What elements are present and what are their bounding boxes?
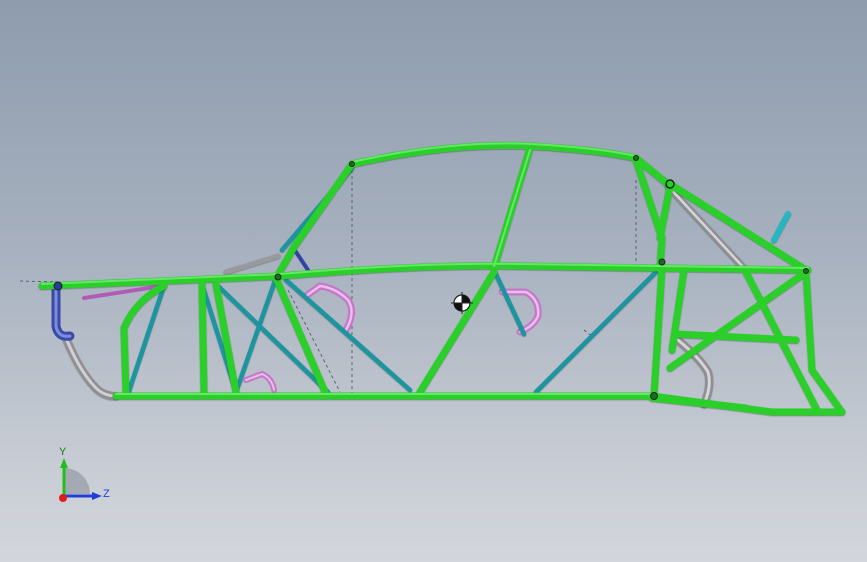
triad-z-label: Z — [103, 488, 110, 500]
view-triad[interactable]: Y Z — [59, 446, 110, 502]
triad-plane-shading — [64, 468, 90, 494]
triad-y-label: Y — [59, 446, 67, 458]
grey-tube-front-lower — [62, 334, 120, 400]
roll-cage-model[interactable]: Y Z — [0, 0, 867, 562]
roof-rail — [348, 141, 672, 188]
belt-rail — [38, 262, 812, 290]
door-brace-front — [416, 268, 498, 396]
a-pillar — [272, 160, 356, 282]
blue-tube-a-pillar — [294, 250, 310, 272]
accent-tube-floor — [243, 371, 277, 393]
grey-tube-dash — [223, 253, 281, 275]
grey-tubes — [62, 182, 748, 408]
rear-window-post — [771, 211, 791, 243]
triad-origin — [59, 494, 67, 502]
main-hoop — [650, 264, 666, 400]
cad-viewport[interactable]: Y Z — [0, 0, 867, 562]
